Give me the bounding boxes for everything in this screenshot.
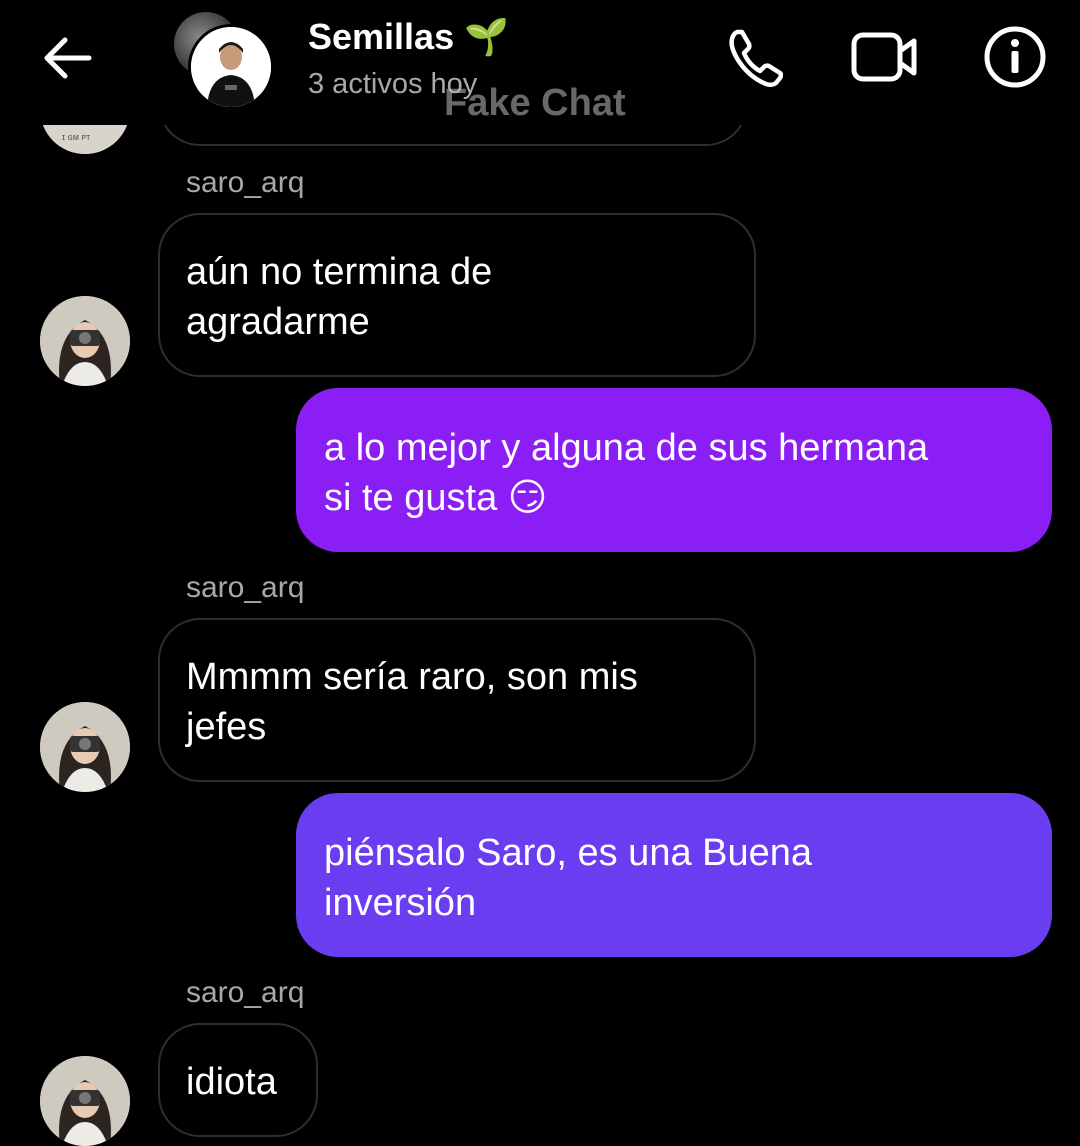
message-text-line: Mmmm sería raro, son mis [186,656,638,698]
back-arrow-icon [44,37,92,79]
phone-icon [729,29,783,87]
outgoing-message-bubble[interactable]: piénsalo Saro, es una Buena inversión [296,793,1052,957]
incoming-message-bubble[interactable]: idiota [158,1023,318,1137]
chat-title-text: Semillas [308,16,455,57]
message-text-line: aún no termina de [186,251,493,293]
back-button[interactable] [38,30,98,86]
seedling-emoji: 🌱 [464,16,509,57]
message-text-line: a lo mejor y alguna de sus hermana [324,427,929,469]
incoming-message-bubble[interactable]: Mmmm sería raro, son mis jefes [158,618,756,782]
smirk-emoji: 😏 [507,477,548,519]
message-text-line: si te gusta 😏 [324,473,1024,523]
sender-avatar[interactable] [40,296,130,386]
message-text-line: agradarme [186,301,370,343]
svg-text:ɪ ɢᴍ ᴘᴛ: ɪ ɢᴍ ᴘᴛ [62,132,90,142]
call-button[interactable] [720,22,790,92]
incoming-message-bubble[interactable]: aún no termina de agradarme [158,213,756,377]
info-icon [984,26,1046,88]
video-call-button[interactable] [850,22,920,92]
chat-title[interactable]: Semillas 🌱 [308,16,509,58]
sender-name: saro_arq [186,571,305,604]
outgoing-message-bubble[interactable]: a lo mejor y alguna de sus hermana si te… [296,388,1052,552]
video-camera-icon [851,32,917,82]
sender-avatar[interactable] [40,1056,130,1146]
sender-name: saro_arq [186,166,305,199]
fake-chat-watermark: Fake Chat [444,82,626,124]
message-text-line: piénsalo Saro, es una Buena [324,832,813,874]
message-text-line: jefes [186,706,267,748]
sender-name: saro_arq [186,976,305,1009]
message-text: si te gusta [324,477,498,519]
info-button[interactable] [980,22,1050,92]
group-avatar-primary [188,24,274,110]
group-avatar[interactable] [172,10,274,110]
sender-avatar[interactable] [40,702,130,792]
message-text-line: idiota [186,1061,277,1103]
message-text-line: inversión [324,882,477,924]
